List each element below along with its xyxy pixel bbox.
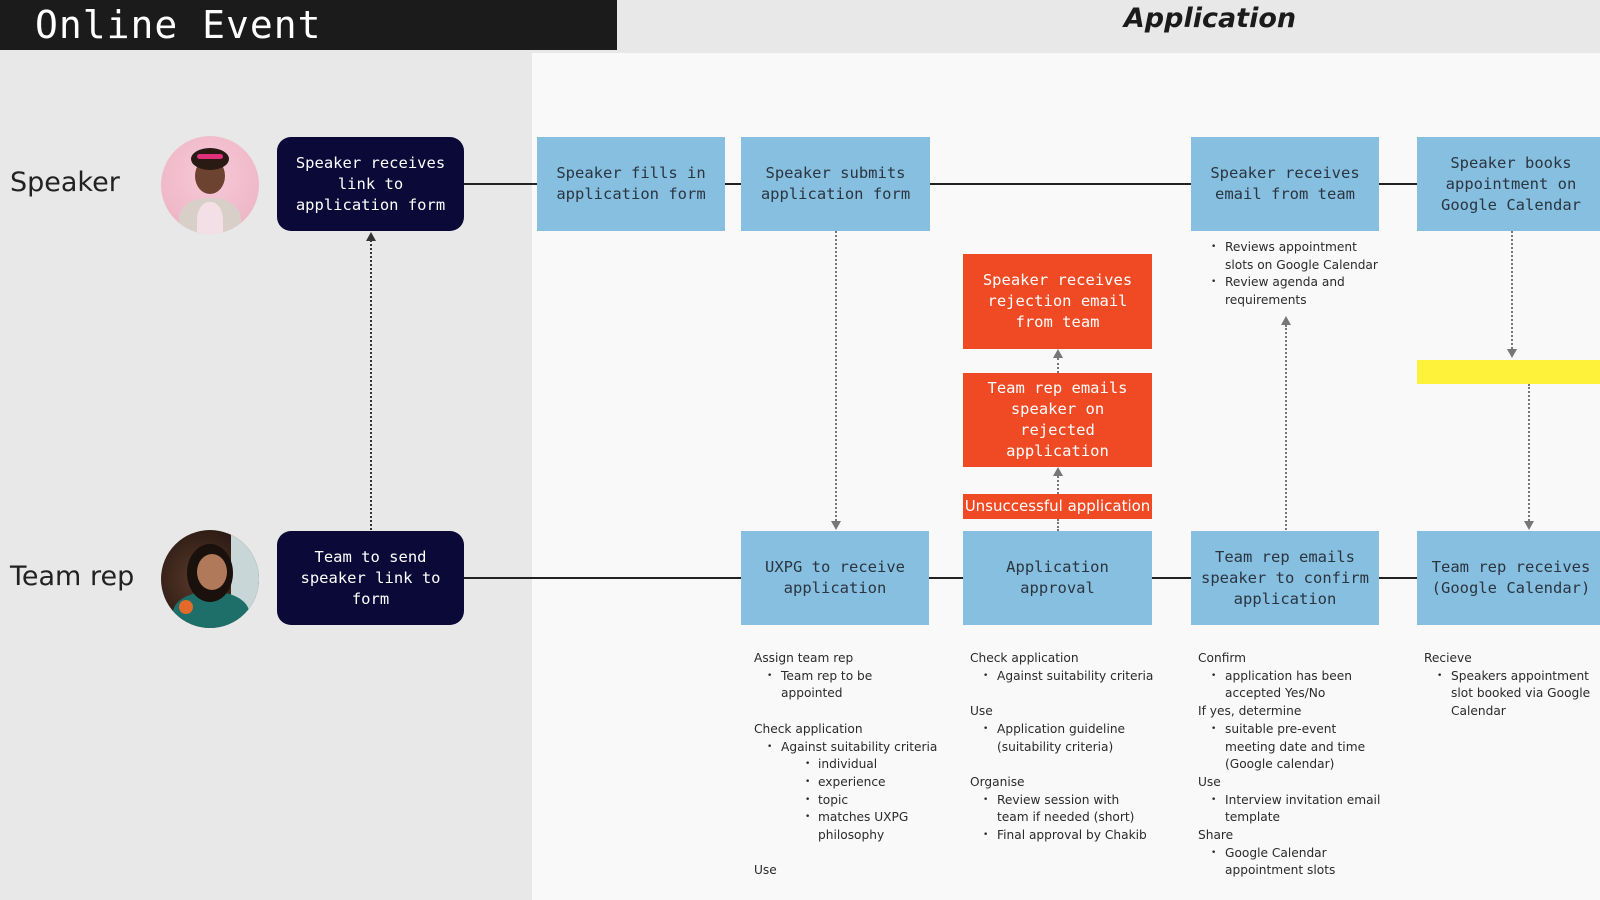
notes-application-approval: Check application Against suitability cr… — [970, 650, 1160, 845]
step-speaker-receives-email[interactable]: Speaker receives email from team — [1191, 137, 1379, 231]
note-bullet: suitable pre-event meeting date and time… — [1198, 721, 1370, 774]
step-label: Team rep emails speaker on rejected appl… — [987, 379, 1128, 460]
step-speaker-fills-in-form[interactable]: Speaker fills in application form — [537, 137, 725, 231]
board-title: Online Event — [0, 0, 617, 50]
note-sub-bullet: topic — [754, 792, 954, 810]
connector-submit-to-uxpg — [835, 231, 837, 521]
note-bullet: Team rep to be appointed — [754, 668, 881, 703]
phase-title: Application — [1123, 3, 1297, 34]
step-label: Speaker receives link to application for… — [295, 153, 446, 214]
avatar-shirt — [197, 202, 223, 234]
note-heading: Use — [1198, 774, 1221, 789]
notes-uxpg-receive: Assign team rep Team rep to be appointed… — [754, 650, 954, 880]
step-speaker-books-appointment[interactable]: Speaker books appointment on Google Cale… — [1417, 137, 1600, 231]
note-heading: If yes, determine — [1198, 704, 1302, 719]
note-bullet: Review agenda and requirements — [1198, 274, 1388, 309]
step-label: Speaker receives rejection email from te… — [982, 271, 1133, 331]
note-heading: Check application — [754, 721, 863, 736]
step-speaker-receives-rejection[interactable]: Speaker receives rejection email from te… — [963, 254, 1152, 349]
step-label: Application approval — [1006, 558, 1109, 597]
note-sub-bullet: experience — [754, 774, 954, 792]
note-heading: Organise — [970, 774, 1025, 789]
step-team-rep-confirms[interactable]: Team rep emails speaker to confirm appli… — [1191, 531, 1379, 625]
note-heading: Use — [754, 863, 777, 878]
arrow-down-icon — [1524, 521, 1534, 530]
arrow-up-icon — [1281, 316, 1291, 325]
note-bullet: Interview invitation email template — [1198, 792, 1405, 827]
step-application-approval[interactable]: Application approval — [963, 531, 1152, 625]
note-bullet: Application guideline (suitability crite… — [970, 721, 1127, 756]
connector-confirm-to-speaker-email — [1285, 325, 1287, 530]
step-label: Speaker fills in application form — [556, 164, 706, 203]
arrow-up-icon — [366, 232, 376, 241]
team-rep-avatar — [161, 530, 259, 628]
connector-team-emails-to-rejection — [1057, 358, 1059, 373]
connector-books-to-yellow — [1511, 231, 1513, 349]
step-label: Speaker receives email from team — [1210, 164, 1360, 203]
avatar-face — [197, 554, 227, 590]
step-speaker-submits-form[interactable]: Speaker submits application form — [741, 137, 930, 231]
note-heading: Use — [970, 704, 993, 719]
note-bullet: Against suitability criteria — [970, 668, 1160, 686]
arrow-down-icon — [1507, 349, 1517, 358]
note-sub-bullet: matches UXPG philosophy — [754, 809, 918, 844]
lane-label-speaker: Speaker — [10, 167, 120, 198]
connector-send-link-to-receive-link — [370, 240, 372, 530]
connector-yellow-to-receives — [1528, 384, 1530, 521]
note-bullet: Review session with team if needed (shor… — [970, 792, 1147, 827]
note-bullet: Google Calendar appointment slots — [1198, 845, 1355, 880]
note-sub-bullet: individual — [754, 756, 954, 774]
arrow-down-icon — [831, 521, 841, 530]
step-label: Team to send speaker link to form — [300, 547, 441, 608]
notes-team-rep-receives: Recieve Speakers appointment slot booked… — [1424, 650, 1600, 721]
arrow-up-icon — [1053, 467, 1063, 476]
note-bullet: Final approval by Chakib — [970, 827, 1160, 845]
step-label: Team rep receives (Google Calendar) — [1431, 558, 1591, 597]
step-speaker-receives-link[interactable]: Speaker receives link to application for… — [277, 137, 464, 231]
step-team-send-link[interactable]: Team to send speaker link to form — [277, 531, 464, 625]
note-bullet: application has been accepted Yes/No — [1198, 668, 1355, 703]
step-team-rep-receives-calendar[interactable]: Team rep receives (Google Calendar) — [1417, 531, 1600, 625]
step-label: Speaker submits application form — [760, 164, 911, 203]
note-bullet: Speakers appointment slot booked via Goo… — [1424, 668, 1600, 721]
step-uxpg-receive-application[interactable]: UXPG to receive application — [741, 531, 929, 625]
unsuccessful-application-tag[interactable]: Unsuccessful application — [963, 494, 1152, 519]
connector-approval-to-unsuccessful — [1057, 519, 1059, 531]
note-heading: Confirm — [1198, 651, 1247, 665]
step-label: Team rep emails speaker to confirm appli… — [1201, 547, 1369, 608]
speaker-avatar — [161, 136, 259, 234]
notes-team-rep-confirms: Confirm application has been accepted Ye… — [1198, 650, 1398, 880]
yellow-sticky-note[interactable] — [1417, 360, 1600, 384]
step-team-emails-rejected[interactable]: Team rep emails speaker on rejected appl… — [963, 373, 1152, 467]
step-label: Speaker books appointment on Google Cale… — [1441, 153, 1581, 214]
avatar-sunglasses — [197, 154, 223, 159]
note-heading: Check application — [970, 651, 1079, 665]
note-bullet: Reviews appointment slots on Google Cale… — [1198, 239, 1388, 274]
connector-unsuccessful-to-team-emails — [1057, 476, 1059, 494]
step-label: UXPG to receive application — [765, 558, 905, 597]
notes-speaker-email: Reviews appointment slots on Google Cale… — [1198, 239, 1388, 310]
note-heading: Recieve — [1424, 651, 1472, 665]
lane-label-team-rep: Team rep — [10, 561, 135, 592]
note-heading: Share — [1198, 828, 1234, 843]
avatar-hair — [191, 148, 229, 170]
note-heading: Assign team rep — [754, 651, 854, 665]
note-bullet: Against suitability criteria — [754, 739, 954, 757]
arrow-up-icon — [1053, 349, 1063, 358]
avatar-pattern — [179, 600, 193, 614]
